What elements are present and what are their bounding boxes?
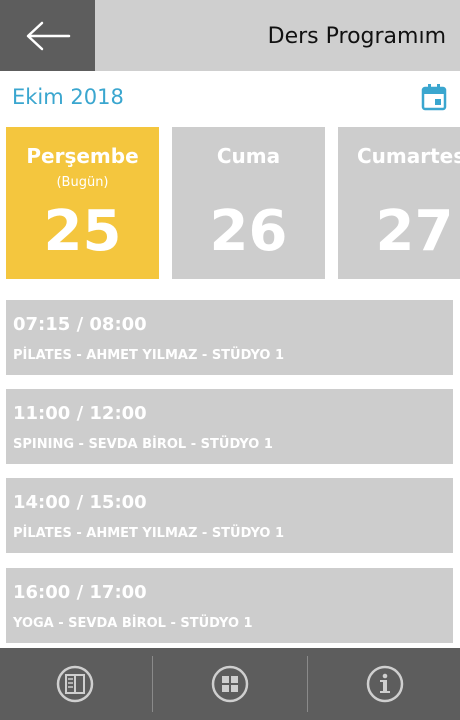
day-card[interactable]: Cumartesi 27: [338, 127, 460, 279]
grid-icon: [211, 665, 249, 703]
month-row: Ekim 2018: [0, 71, 460, 125]
class-description: YOGA - SEVDA BİROL - STÜDYO 1: [13, 616, 253, 631]
month-label: Ekim 2018: [12, 85, 124, 109]
class-time: 16:00 / 17:00: [13, 582, 147, 603]
bottom-nav: [0, 648, 460, 720]
nav-schedule-button[interactable]: [0, 648, 150, 720]
class-item[interactable]: 07:15 / 08:00 PİLATES - AHMET YILMAZ - S…: [6, 300, 453, 375]
day-number: 25: [43, 199, 122, 264]
app-header: Ders Programım: [0, 0, 460, 71]
book-icon: [56, 665, 94, 703]
info-icon: [366, 665, 404, 703]
day-number: 26: [209, 199, 288, 264]
class-time: 14:00 / 15:00: [13, 492, 147, 513]
day-card-today[interactable]: Perşembe (Bugün) 25: [6, 127, 159, 279]
day-card[interactable]: Cuma 26: [172, 127, 325, 279]
divider: [152, 656, 153, 712]
class-item[interactable]: 14:00 / 15:00 PİLATES - AHMET YILMAZ - S…: [6, 478, 453, 553]
day-number: 27: [375, 199, 454, 264]
class-item[interactable]: 11:00 / 12:00 SPINING - SEVDA BİROL - ST…: [6, 389, 453, 464]
arrow-left-icon: [26, 21, 70, 50]
class-description: PİLATES - AHMET YILMAZ - STÜDYO 1: [13, 526, 285, 541]
nav-info-button[interactable]: [310, 648, 460, 720]
calendar-icon[interactable]: [420, 83, 448, 111]
page-title: Ders Programım: [267, 24, 446, 49]
day-name: Cumartesi: [357, 144, 460, 168]
day-selector: Perşembe (Bugün) 25 Cuma 26 Cumartesi 27: [6, 127, 460, 279]
class-item[interactable]: 16:00 / 17:00 YOGA - SEVDA BİROL - STÜDY…: [6, 568, 453, 643]
class-time: 11:00 / 12:00: [13, 403, 147, 424]
class-time: 07:15 / 08:00: [13, 314, 147, 335]
class-description: SPINING - SEVDA BİROL - STÜDYO 1: [13, 437, 273, 452]
nav-grid-button[interactable]: [155, 648, 305, 720]
day-name: Cuma: [216, 144, 281, 168]
day-sub: (Bugün): [56, 175, 109, 190]
day-name: Perşembe: [26, 144, 139, 168]
class-description: PİLATES - AHMET YILMAZ - STÜDYO 1: [13, 348, 285, 363]
back-button[interactable]: [0, 0, 95, 71]
divider: [307, 656, 308, 712]
